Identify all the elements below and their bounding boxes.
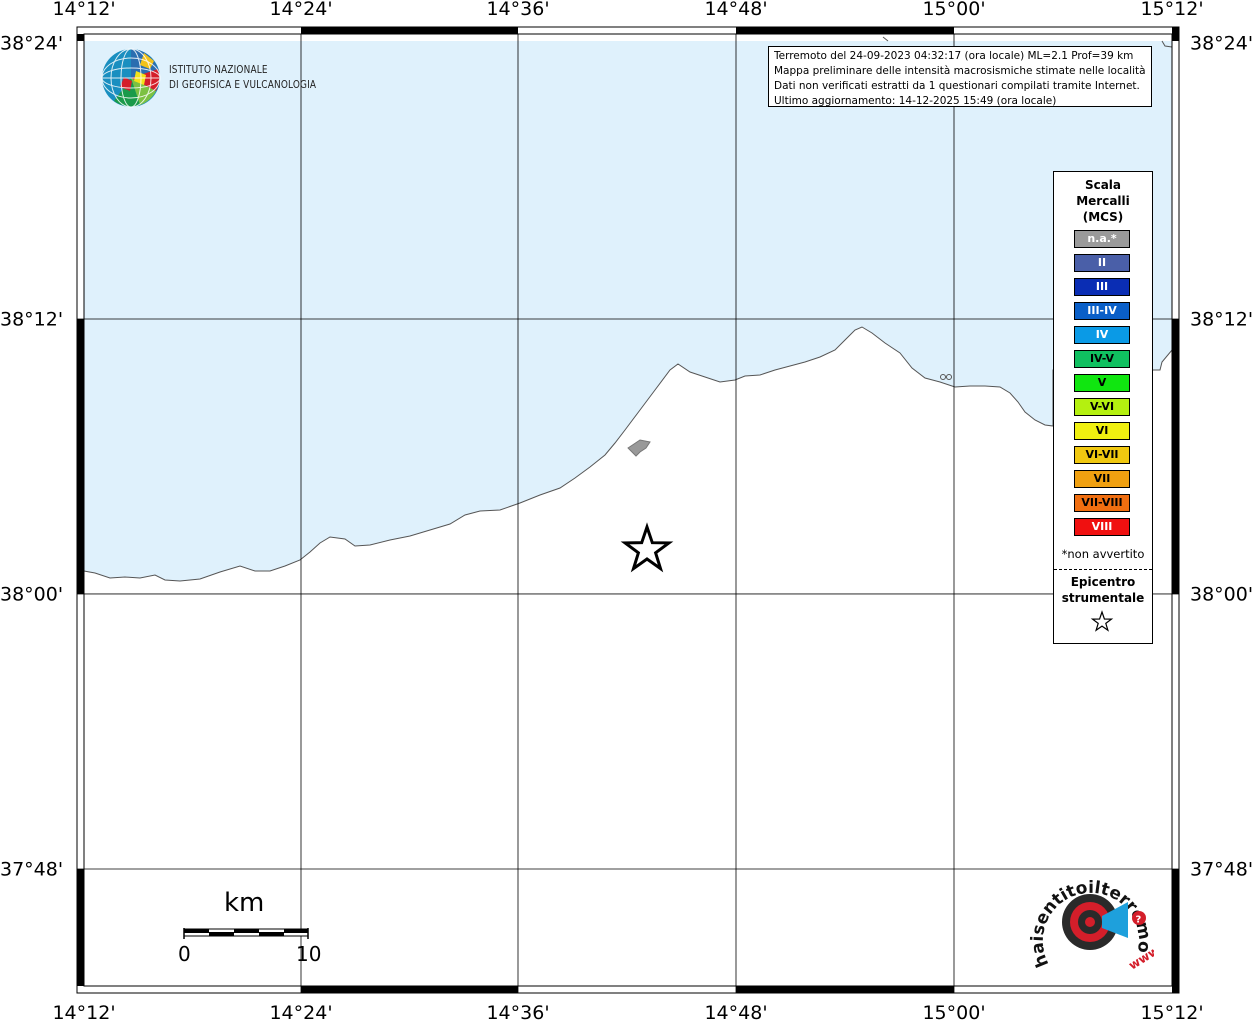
coord-top-label: 14°12'	[52, 0, 116, 20]
coord-top-label: 15°00'	[922, 0, 986, 20]
coord-bottom-label: 14°12'	[52, 1002, 116, 1024]
legend-intensity-item: II	[1074, 254, 1130, 272]
intensity-legend: Scala Mercalli (MCS) n.a.* II III III-IV IV I…	[1053, 171, 1153, 644]
legend-intensity-item: VI-VII	[1074, 446, 1130, 464]
legend-star-icon	[1090, 610, 1114, 632]
event-info-line: Ultimo aggiornamento: 14-12-2025 15:49 (…	[774, 95, 1057, 107]
coord-left-label: 37°48'	[0, 858, 64, 881]
event-info-line: Dati non verificati estratti da 1 questi…	[774, 80, 1140, 92]
legend-epicenter-label: Epicentro strumentale	[1054, 574, 1152, 606]
event-info-line: Mappa preliminare delle intensità macros…	[774, 65, 1146, 77]
coord-top-label: 14°48'	[704, 0, 768, 20]
legend-title-line: Mercalli	[1076, 194, 1130, 208]
event-info-line: Terremoto del 24-09-2023 04:32:17 (ora l…	[774, 50, 1134, 62]
legend-divider	[1054, 569, 1152, 570]
legend-intensity-item: III	[1074, 278, 1130, 296]
coord-right-label: 37°48'	[1190, 858, 1254, 881]
coord-left-label: 38°12'	[0, 308, 64, 331]
legend-intensity-item: n.a.*	[1074, 230, 1130, 248]
coord-top-label: 14°24'	[269, 0, 333, 20]
scale-bar: km 0 10	[176, 888, 326, 968]
legend-epicenter-line: Epicentro	[1070, 575, 1136, 589]
ingv-name-line2: DI GEOFISICA E VULCANOLOGIA	[169, 79, 317, 91]
ingv-name-line1: ISTITUTO NAZIONALE	[169, 64, 268, 76]
legend-intensity-item: IV	[1074, 326, 1130, 344]
legend-intensity-item: III-IV	[1074, 302, 1130, 320]
coord-right-label: 38°24'	[1190, 32, 1254, 55]
legend-note: *non avvertito	[1061, 547, 1145, 561]
event-info-box: Terremoto del 24-09-2023 04:32:17 (ora l…	[768, 46, 1152, 107]
coast-top-fragment	[882, 36, 889, 42]
hsit-question-mark: ?	[1136, 915, 1142, 926]
legend-title-line: (MCS)	[1082, 210, 1124, 224]
coord-bottom-label: 14°24'	[269, 1002, 333, 1024]
legend-intensity-item: V-VI	[1074, 398, 1130, 416]
coord-top-label: 14°36'	[486, 0, 550, 20]
legend-epicenter-line: strumentale	[1061, 591, 1145, 605]
hsit-target-center	[1085, 917, 1095, 927]
coord-bottom-label: 14°48'	[704, 1002, 768, 1024]
coord-bottom-label: 14°36'	[486, 1002, 550, 1024]
legend-intensity-item: V	[1074, 374, 1130, 392]
ingv-globe-icon	[101, 48, 161, 108]
coord-left-label: 38°24'	[0, 32, 64, 55]
scale-label-end: 10	[296, 942, 322, 966]
coord-bottom-label: 15°00'	[922, 1002, 986, 1024]
coord-left-label: 38°00'	[0, 583, 64, 606]
legend-intensity-item: VI	[1074, 422, 1130, 440]
legend-intensity-item: VII-VIII	[1074, 494, 1130, 512]
scale-bar-graphic	[183, 928, 309, 939]
legend-intensity-item: IV-V	[1074, 350, 1130, 368]
coord-right-label: 38°12'	[1190, 308, 1254, 331]
ingv-logo: ISTITUTO NAZIONALE DI GEOFISICA E VULCAN…	[100, 47, 320, 111]
scale-label-start: 0	[178, 942, 191, 966]
legend-intensity-item: VII	[1074, 470, 1130, 488]
haisentito-logo[interactable]: haisentitoilterremoto.it www. ?	[1028, 862, 1154, 982]
coord-bottom-label: 15°12'	[1140, 1002, 1204, 1024]
coord-right-label: 38°00'	[1190, 583, 1254, 606]
coord-top-label: 15°12'	[1140, 0, 1204, 20]
legend-title: Scala Mercalli (MCS)	[1054, 177, 1152, 225]
legend-title-line: Scala	[1084, 178, 1122, 192]
legend-intensity-item: VIII	[1074, 518, 1130, 536]
scale-unit-label: km	[224, 888, 265, 918]
